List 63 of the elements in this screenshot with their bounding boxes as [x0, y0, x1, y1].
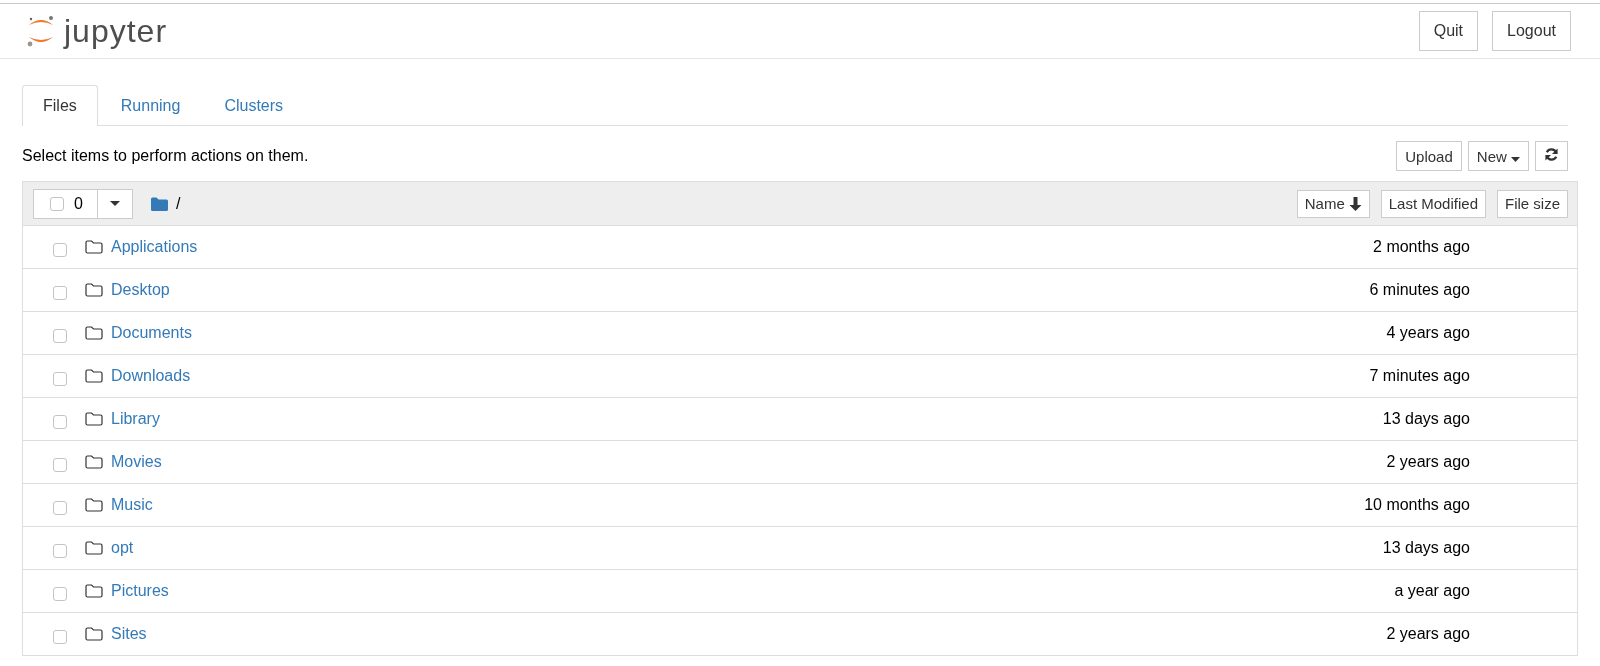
caret-icon[interactable]	[109, 201, 120, 206]
folder-link[interactable]: opt	[111, 539, 134, 556]
folder-icon[interactable]	[150, 196, 168, 211]
header-button[interactable]: Logout	[1492, 11, 1571, 51]
folder-link[interactable]: Applications	[111, 238, 198, 255]
folder-icon	[85, 584, 103, 598]
arrow-down-icon	[1348, 196, 1362, 211]
modified-time: 13 days ago	[1381, 410, 1470, 428]
modified-time: 6 minutes ago	[1368, 281, 1470, 299]
modified-time: 2 years ago	[1385, 453, 1470, 471]
folder-link[interactable]: Music	[111, 496, 153, 513]
selected-count: 0	[74, 194, 83, 213]
folder-icon	[85, 627, 103, 641]
header-button[interactable]: Quit	[1418, 11, 1479, 51]
checkbox[interactable]	[53, 630, 67, 644]
folder-icon	[85, 412, 103, 426]
folder-link[interactable]: Movies	[111, 453, 162, 470]
caret-icon	[1511, 156, 1520, 162]
folder-icon	[85, 541, 103, 555]
modified-time: 13 days ago	[1381, 539, 1470, 557]
checkbox[interactable]	[53, 415, 67, 429]
checkbox[interactable]	[53, 286, 67, 300]
modified-time: a year ago	[1393, 582, 1470, 600]
folder-icon	[85, 326, 103, 340]
modified-time: 2 years ago	[1385, 625, 1470, 643]
path-link[interactable]: /	[175, 194, 181, 213]
hint-text: Select items to perform actions on them.	[22, 147, 309, 165]
sort-button[interactable]: Name	[1296, 189, 1370, 218]
checkbox[interactable]	[53, 329, 67, 343]
select-control[interactable]: 0	[33, 188, 133, 219]
folder-icon	[85, 240, 103, 254]
upload-button[interactable]: Upload	[1396, 141, 1462, 171]
folder-link[interactable]: Library	[111, 410, 160, 427]
checkbox[interactable]	[53, 458, 67, 472]
modified-time: 7 minutes ago	[1368, 367, 1470, 385]
refresh-icon	[1544, 147, 1559, 162]
logo-icon	[26, 14, 56, 48]
refresh-button[interactable]	[1535, 141, 1568, 171]
folder-icon	[85, 283, 103, 297]
modified-time: 10 months ago	[1363, 496, 1470, 514]
checkbox[interactable]	[50, 196, 64, 211]
checkbox[interactable]	[53, 501, 67, 515]
folder-icon	[85, 498, 103, 512]
folder-link[interactable]: Desktop	[111, 281, 170, 298]
folder-link[interactable]: Documents	[111, 324, 192, 341]
checkbox[interactable]	[53, 587, 67, 601]
sort-button[interactable]: Last Modified	[1380, 189, 1486, 218]
folder-link[interactable]: Pictures	[111, 582, 169, 599]
folder-link[interactable]: Sites	[111, 625, 147, 642]
folder-icon	[85, 455, 103, 469]
checkbox[interactable]	[53, 544, 67, 558]
sort-button[interactable]: File size	[1497, 189, 1568, 218]
tab[interactable]: Running	[99, 85, 202, 126]
logo-text: jupyter	[64, 15, 168, 47]
tab[interactable]: Files	[22, 85, 98, 126]
modified-time: 4 years ago	[1385, 324, 1470, 342]
new-dropdown[interactable]: New	[1467, 141, 1529, 171]
modified-time: 2 months ago	[1372, 238, 1470, 256]
checkbox[interactable]	[53, 243, 67, 257]
tab[interactable]: Clusters	[203, 85, 305, 126]
folder-link[interactable]: Downloads	[111, 367, 191, 384]
folder-icon	[85, 369, 103, 383]
checkbox[interactable]	[53, 372, 67, 386]
